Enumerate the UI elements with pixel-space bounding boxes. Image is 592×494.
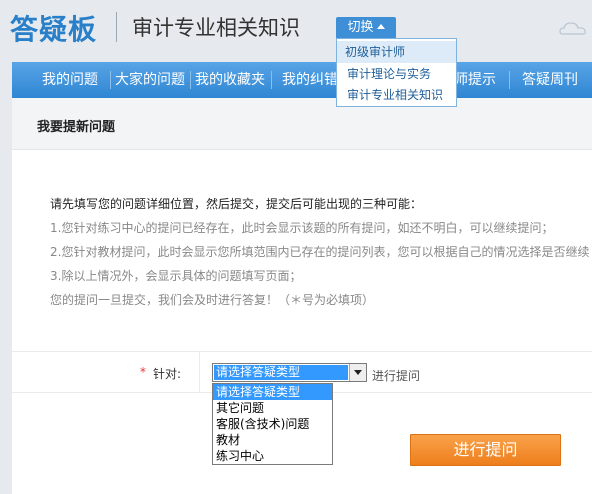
select-value: 请选择答疑类型 xyxy=(214,365,348,380)
select-option[interactable]: 教材 xyxy=(213,432,332,448)
page-title: 审计专业相关知识 xyxy=(132,16,300,40)
nav-item-my-favorites[interactable]: 我的收藏夹 xyxy=(195,62,265,98)
header: 答疑板 审计专业相关知识 切换 xyxy=(0,0,592,62)
select-option[interactable]: 客服(含技术)问题 xyxy=(213,416,332,432)
switch-menu-item[interactable]: 初级审计师 xyxy=(337,41,456,63)
switch-button[interactable]: 切换 xyxy=(336,17,396,39)
nav-item-tips[interactable]: 师提示 xyxy=(454,62,496,98)
switch-menu-item[interactable]: 审计专业相关知识 xyxy=(337,84,456,106)
nav-divider xyxy=(509,71,510,89)
main-nav: 我的问题 大家的问题 我的收藏夹 我的纠错 师提示 答疑周刊 xyxy=(12,62,592,98)
switch-button-label: 切换 xyxy=(347,20,374,35)
required-mark: * xyxy=(140,365,146,379)
nav-item-all-questions[interactable]: 大家的问题 xyxy=(115,62,185,98)
select-suffix: 进行提问 xyxy=(372,369,421,383)
nav-divider xyxy=(190,71,191,89)
nav-item-weekly[interactable]: 答疑周刊 xyxy=(522,62,578,98)
switch-menu-item[interactable]: 审计理论与实务 xyxy=(337,63,456,85)
submit-question-button[interactable]: 进行提问 xyxy=(410,434,561,466)
notice-line: 1.您针对练习中心的提问已经存在，此时会显示该题的所有提问，如还不明白，可以继续… xyxy=(50,221,554,235)
form-label-cell: * 针对: xyxy=(12,352,200,392)
logo-divider xyxy=(116,12,117,42)
nav-divider xyxy=(110,71,111,89)
select-option[interactable]: 其它问题 xyxy=(213,400,332,416)
logo[interactable]: 答疑板 xyxy=(10,8,97,48)
notice-line: 2.您针对教材提问，此时会显示您所填范围内已存在的提问列表，您可以根据自己的情况… xyxy=(50,245,590,259)
question-type-options: 请选择答疑类型 其它问题 客服(含技术)问题 教材 练习中心 xyxy=(212,383,333,465)
nav-item-my-questions[interactable]: 我的问题 xyxy=(42,62,98,98)
nav-divider xyxy=(271,71,272,89)
cloud-icon xyxy=(559,22,586,35)
section-header: 我要提新问题 xyxy=(12,98,592,150)
form-label: 针对: xyxy=(153,367,182,381)
notice-line: 3.除以上情况外，会显示具体的问题填写页面； xyxy=(50,269,302,283)
question-type-select[interactable]: 请选择答疑类型 xyxy=(212,363,367,382)
nav-item-my-corrections[interactable]: 我的纠错 xyxy=(282,62,338,98)
switch-menu: 初级审计师 审计理论与实务 审计专业相关知识 xyxy=(336,38,457,107)
notice-line: 您的提问一旦提交，我们会及时进行答复！（＊号为必填项） xyxy=(50,293,375,307)
section-title: 我要提新问题 xyxy=(37,120,116,135)
select-option[interactable]: 练习中心 xyxy=(213,448,332,464)
select-option[interactable]: 请选择答疑类型 xyxy=(213,384,332,400)
chevron-down-icon[interactable] xyxy=(349,364,366,381)
caret-up-icon xyxy=(376,24,385,29)
notice-title: 请先填写您的问题详细位置，然后提交，提交后可能出现的三种可能： xyxy=(50,197,423,211)
